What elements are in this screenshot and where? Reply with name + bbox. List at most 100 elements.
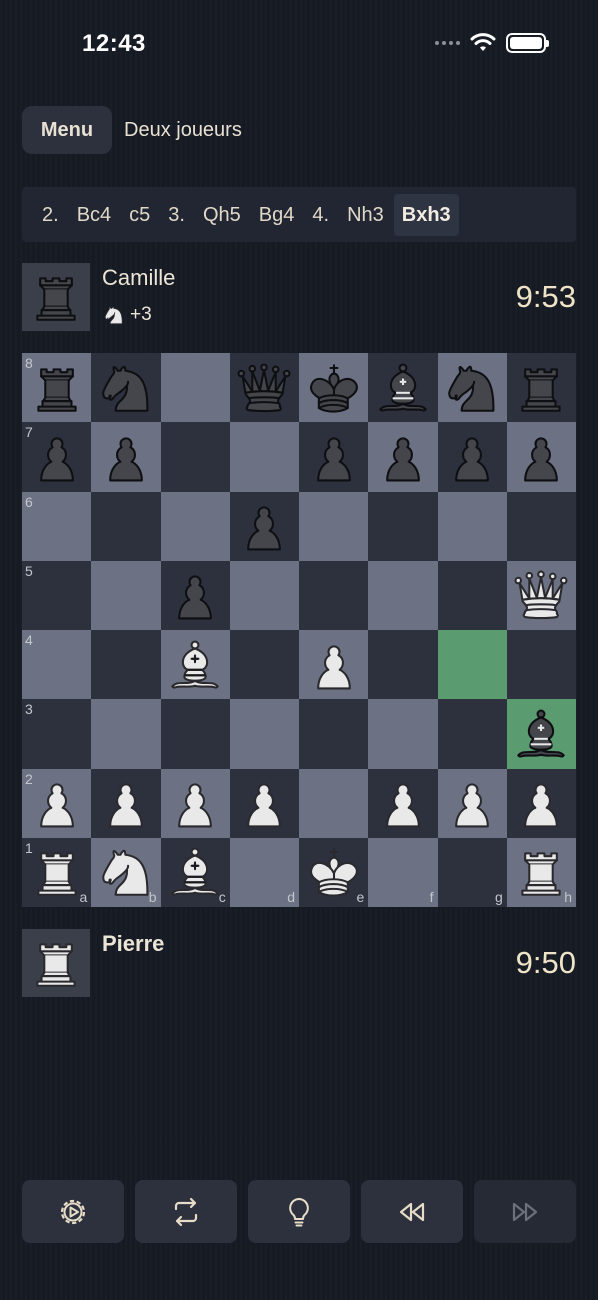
square-h4[interactable]	[506, 630, 576, 700]
square-c3[interactable]	[160, 699, 230, 769]
square-d6[interactable]	[229, 491, 299, 561]
square-g2[interactable]	[437, 768, 507, 838]
white-bishop-icon[interactable]	[164, 841, 226, 903]
move-item[interactable]: Qh5	[195, 194, 249, 236]
black-pawn-icon[interactable]	[372, 426, 434, 488]
hint-bulb-button[interactable]	[248, 1180, 350, 1243]
square-d2[interactable]	[229, 768, 299, 838]
square-c1[interactable]: c	[160, 837, 230, 907]
square-c2[interactable]	[160, 768, 230, 838]
square-b2[interactable]	[91, 768, 161, 838]
white-rook-icon[interactable]	[26, 841, 88, 903]
square-h8[interactable]	[506, 353, 576, 423]
white-pawn-icon[interactable]	[95, 772, 157, 834]
black-queen-icon[interactable]	[233, 357, 295, 419]
square-g6[interactable]	[437, 491, 507, 561]
square-h3[interactable]	[506, 699, 576, 769]
black-bishop-icon[interactable]	[372, 357, 434, 419]
chess-board[interactable]: 87654321abcdefgh	[22, 353, 576, 907]
square-a2[interactable]: 2	[22, 768, 92, 838]
square-g1[interactable]: g	[437, 837, 507, 907]
white-pawn-icon[interactable]	[26, 772, 88, 834]
black-knight-icon[interactable]	[441, 357, 503, 419]
white-pawn-icon[interactable]	[233, 772, 295, 834]
black-pawn-icon[interactable]	[164, 564, 226, 626]
black-pawn-icon[interactable]	[510, 426, 572, 488]
square-f8[interactable]	[368, 353, 438, 423]
square-f4[interactable]	[368, 630, 438, 700]
square-d1[interactable]: d	[229, 837, 299, 907]
square-g3[interactable]	[437, 699, 507, 769]
square-h2[interactable]	[506, 768, 576, 838]
black-pawn-icon[interactable]	[233, 495, 295, 557]
square-g5[interactable]	[437, 560, 507, 630]
square-c5[interactable]	[160, 560, 230, 630]
square-h1[interactable]: h	[506, 837, 576, 907]
white-pawn-icon[interactable]	[510, 772, 572, 834]
square-e4[interactable]	[299, 630, 369, 700]
white-pawn-icon[interactable]	[441, 772, 503, 834]
black-pawn-icon[interactable]	[303, 426, 365, 488]
black-pawn-icon[interactable]	[441, 426, 503, 488]
square-b1[interactable]: b	[91, 837, 161, 907]
square-h7[interactable]	[506, 422, 576, 492]
square-h6[interactable]	[506, 491, 576, 561]
black-bishop-icon[interactable]	[510, 703, 572, 765]
move-item[interactable]: c5	[121, 194, 158, 236]
square-e3[interactable]	[299, 699, 369, 769]
white-king-icon[interactable]	[303, 841, 365, 903]
square-a4[interactable]: 4	[22, 630, 92, 700]
flip-board-button[interactable]	[135, 1180, 237, 1243]
square-b7[interactable]	[91, 422, 161, 492]
square-a8[interactable]: 8	[22, 353, 92, 423]
square-d5[interactable]	[229, 560, 299, 630]
square-e6[interactable]	[299, 491, 369, 561]
rewind-button[interactable]	[361, 1180, 463, 1243]
menu-button[interactable]: Menu	[22, 106, 112, 154]
square-c7[interactable]	[160, 422, 230, 492]
square-g8[interactable]	[437, 353, 507, 423]
move-item[interactable]: Nh3	[339, 194, 392, 236]
black-knight-icon[interactable]	[95, 357, 157, 419]
settings-button[interactable]	[22, 1180, 124, 1243]
black-rook-icon[interactable]	[26, 357, 88, 419]
square-c4[interactable]	[160, 630, 230, 700]
square-d3[interactable]	[229, 699, 299, 769]
move-history-bar[interactable]: 2. Bc4 c5 3. Qh5 Bg4 4. Nh3 Bxh3	[22, 187, 576, 242]
black-rook-icon[interactable]	[510, 357, 572, 419]
square-d7[interactable]	[229, 422, 299, 492]
square-f1[interactable]: f	[368, 837, 438, 907]
move-item[interactable]: Bg4	[251, 194, 303, 236]
square-e7[interactable]	[299, 422, 369, 492]
square-f7[interactable]	[368, 422, 438, 492]
square-f2[interactable]	[368, 768, 438, 838]
square-d4[interactable]	[229, 630, 299, 700]
white-queen-icon[interactable]	[510, 564, 572, 626]
white-rook-icon[interactable]	[510, 841, 572, 903]
square-b3[interactable]	[91, 699, 161, 769]
square-c6[interactable]	[160, 491, 230, 561]
square-f6[interactable]	[368, 491, 438, 561]
black-pawn-icon[interactable]	[26, 426, 88, 488]
square-f5[interactable]	[368, 560, 438, 630]
square-b6[interactable]	[91, 491, 161, 561]
square-d8[interactable]	[229, 353, 299, 423]
square-g7[interactable]	[437, 422, 507, 492]
black-pawn-icon[interactable]	[95, 426, 157, 488]
white-pawn-icon[interactable]	[303, 634, 365, 696]
white-pawn-icon[interactable]	[164, 772, 226, 834]
square-e2[interactable]	[299, 768, 369, 838]
square-e8[interactable]	[299, 353, 369, 423]
square-b4[interactable]	[91, 630, 161, 700]
square-e5[interactable]	[299, 560, 369, 630]
square-e1[interactable]: e	[299, 837, 369, 907]
square-h5[interactable]	[506, 560, 576, 630]
square-a5[interactable]: 5	[22, 560, 92, 630]
fast-forward-button[interactable]	[474, 1180, 576, 1243]
square-b8[interactable]	[91, 353, 161, 423]
square-f3[interactable]	[368, 699, 438, 769]
square-a3[interactable]: 3	[22, 699, 92, 769]
square-a7[interactable]: 7	[22, 422, 92, 492]
square-c8[interactable]	[160, 353, 230, 423]
move-item[interactable]: Bc4	[69, 194, 119, 236]
